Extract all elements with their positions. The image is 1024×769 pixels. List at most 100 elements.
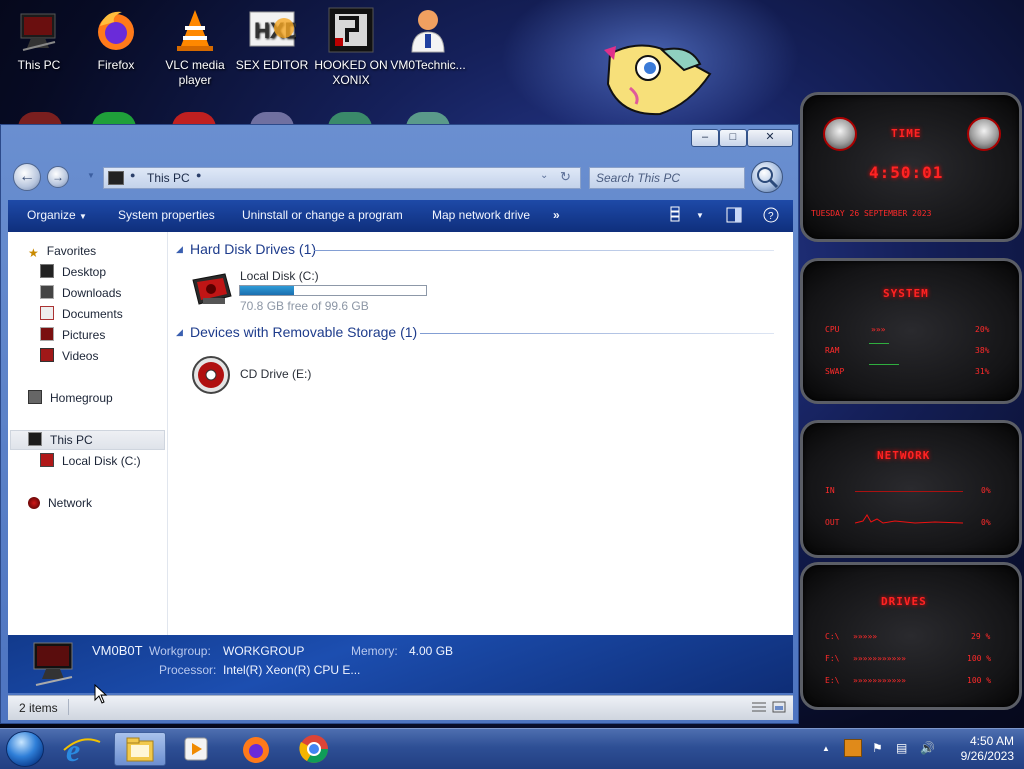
doctor-person-icon	[404, 6, 452, 54]
action-center-flag-icon[interactable]: ⚑	[872, 741, 883, 755]
nav-documents[interactable]: Documents	[40, 305, 123, 323]
media-player-icon	[184, 737, 208, 761]
downloads-folder-icon	[40, 285, 54, 299]
nav-label: Pictures	[62, 328, 106, 342]
cpu-label: CPU	[825, 325, 840, 334]
network-out-value: 0%	[981, 518, 991, 527]
address-bar[interactable]: ● This PC ● ⌄ ↻	[103, 167, 581, 189]
organize-chevron-icon: ▼	[79, 212, 87, 221]
network-in-label: IN	[825, 486, 835, 495]
refresh-icon[interactable]: ↻	[560, 169, 571, 185]
group-divider	[420, 333, 774, 334]
nav-homegroup[interactable]: Homegroup	[28, 389, 113, 407]
close-button[interactable]: ✕	[747, 129, 793, 147]
nav-label: Favorites	[46, 244, 97, 258]
search-button[interactable]	[751, 161, 783, 193]
cpu-value: 20%	[975, 325, 990, 334]
vlc-cone-icon	[171, 6, 219, 54]
taskbar: e ▲ ⚑ ▤ 🔊 4:50 AM 9/26/2023	[0, 728, 1024, 769]
start-button[interactable]	[6, 731, 44, 767]
nav-network[interactable]: Network	[28, 494, 92, 512]
nav-videos[interactable]: Videos	[40, 347, 98, 365]
local-disk-label[interactable]: Local Disk (C:)	[240, 269, 319, 283]
tray-app-icon[interactable]	[844, 739, 862, 757]
drive-f-value: 100 %	[967, 654, 992, 663]
mouse-cursor-icon	[94, 683, 108, 707]
maximize-button[interactable]: □	[719, 129, 747, 147]
more-commands-button[interactable]: »	[553, 208, 560, 222]
nav-label: Local Disk (C:)	[62, 454, 141, 468]
group-header-hard-disk[interactable]: Hard Disk Drives (1)	[190, 241, 316, 257]
group-collapse-icon[interactable]: ◢	[176, 327, 183, 338]
workgroup-label: Workgroup:	[149, 644, 211, 658]
group-divider	[314, 250, 774, 251]
taskbar-clock[interactable]: 4:50 AM 9/26/2023	[938, 734, 1014, 764]
system-gadget[interactable]: SYSTEM CPU »»» 20% RAM 38% SWAP 31%	[800, 258, 1022, 404]
group-header-removable[interactable]: Devices with Removable Storage (1)	[190, 324, 417, 340]
search-input[interactable]: Search This PC	[589, 167, 745, 189]
system-properties-button[interactable]: System properties	[118, 208, 215, 222]
drive-c-label: C:\	[825, 632, 840, 641]
help-icon[interactable]: ?	[763, 207, 779, 226]
ram-value: 38%	[975, 346, 990, 355]
network-icon	[28, 497, 40, 509]
nav-local-disk[interactable]: Local Disk (C:)	[40, 452, 141, 470]
taskbar-chrome[interactable]	[288, 732, 340, 766]
nav-favorites[interactable]: ★ Favorites	[28, 242, 96, 260]
taskbar-internet-explorer[interactable]: e	[56, 732, 108, 768]
show-hidden-icons-chevron-icon[interactable]: ▲	[822, 744, 830, 753]
ram-label: RAM	[825, 346, 840, 355]
back-button[interactable]: ←	[13, 163, 41, 191]
map-network-drive-button[interactable]: Map network drive	[432, 208, 530, 222]
local-disk-drive-icon[interactable]	[189, 270, 233, 308]
memory-label: Memory:	[351, 644, 398, 658]
computer-small-icon	[108, 171, 124, 185]
change-view-icon[interactable]	[670, 206, 680, 225]
navigation-pane: ★ Favorites Desktop Downloads Documents P…	[8, 232, 168, 635]
gadget-clock: 4:50:01	[869, 163, 944, 182]
network-gadget[interactable]: NETWORK IN 0% OUT 0%	[800, 420, 1022, 558]
preview-pane-icon[interactable]	[726, 207, 742, 226]
status-divider	[68, 699, 69, 715]
taskbar-media-player[interactable]	[171, 732, 223, 766]
nav-label: Homegroup	[50, 391, 113, 405]
uninstall-program-button[interactable]: Uninstall or change a program	[242, 208, 403, 222]
breadcrumb-separator-icon[interactable]: ●	[130, 170, 135, 180]
cd-drive-label[interactable]: CD Drive (E:)	[240, 367, 311, 381]
taskbar-file-explorer[interactable]	[114, 732, 166, 766]
time-gadget[interactable]: TIME 4:50:01 TUESDAY 26 SEPTEMBER 2023	[800, 92, 1022, 242]
volume-icon[interactable]: 🔊	[920, 741, 935, 755]
desktop-icon-firefox[interactable]: Firefox	[78, 6, 154, 73]
window-titlebar[interactable]: ‒ □ ✕	[1, 125, 798, 157]
drives-gadget[interactable]: DRIVES C:\ »»»»» 29 % F:\ »»»»»»»»»»» 10…	[800, 562, 1022, 710]
address-dropdown-chevron-icon[interactable]: ⌄	[540, 170, 548, 181]
recent-pages-chevron-icon[interactable]: ▼	[87, 171, 95, 180]
details-view-icon[interactable]	[752, 701, 766, 716]
desktop-icon-sex-editor[interactable]: HXD SEX EDITOR	[234, 6, 310, 73]
desktop-icon-hooked-on-xonix[interactable]: HOOKED ON XONIX	[313, 6, 389, 88]
processor-label: Processor:	[159, 663, 217, 677]
view-options-chevron-icon[interactable]: ▼	[696, 211, 704, 220]
large-icons-view-icon[interactable]	[772, 701, 786, 716]
desktop-icon-vm0technic[interactable]: VM0Technic...	[390, 6, 466, 73]
cd-drive-icon[interactable]	[191, 355, 231, 395]
organize-label: Organize	[27, 208, 76, 222]
desktop-icon-this-pc[interactable]: This PC	[1, 6, 77, 73]
group-collapse-icon[interactable]: ◢	[176, 244, 183, 255]
network-tray-icon[interactable]: ▤	[896, 741, 907, 755]
breadcrumb-separator-icon[interactable]: ●	[196, 170, 201, 180]
breadcrumb-this-pc[interactable]: This PC	[147, 171, 190, 185]
network-out-label: OUT	[825, 518, 840, 527]
nav-this-pc[interactable]: This PC	[28, 431, 93, 449]
minimize-button[interactable]: ‒	[691, 129, 719, 147]
organize-menu[interactable]: Organize ▼	[27, 208, 87, 222]
desktop-icon-vlc[interactable]: VLC media player	[157, 6, 233, 88]
nav-desktop[interactable]: Desktop	[40, 263, 106, 281]
taskbar-firefox[interactable]	[230, 732, 282, 766]
nav-downloads[interactable]: Downloads	[40, 284, 121, 302]
nav-pictures[interactable]: Pictures	[40, 326, 105, 344]
nav-label: Downloads	[62, 286, 122, 300]
forward-button[interactable]: →	[47, 166, 69, 188]
cartoon-character-image	[600, 44, 720, 120]
nav-label: Network	[48, 496, 93, 510]
